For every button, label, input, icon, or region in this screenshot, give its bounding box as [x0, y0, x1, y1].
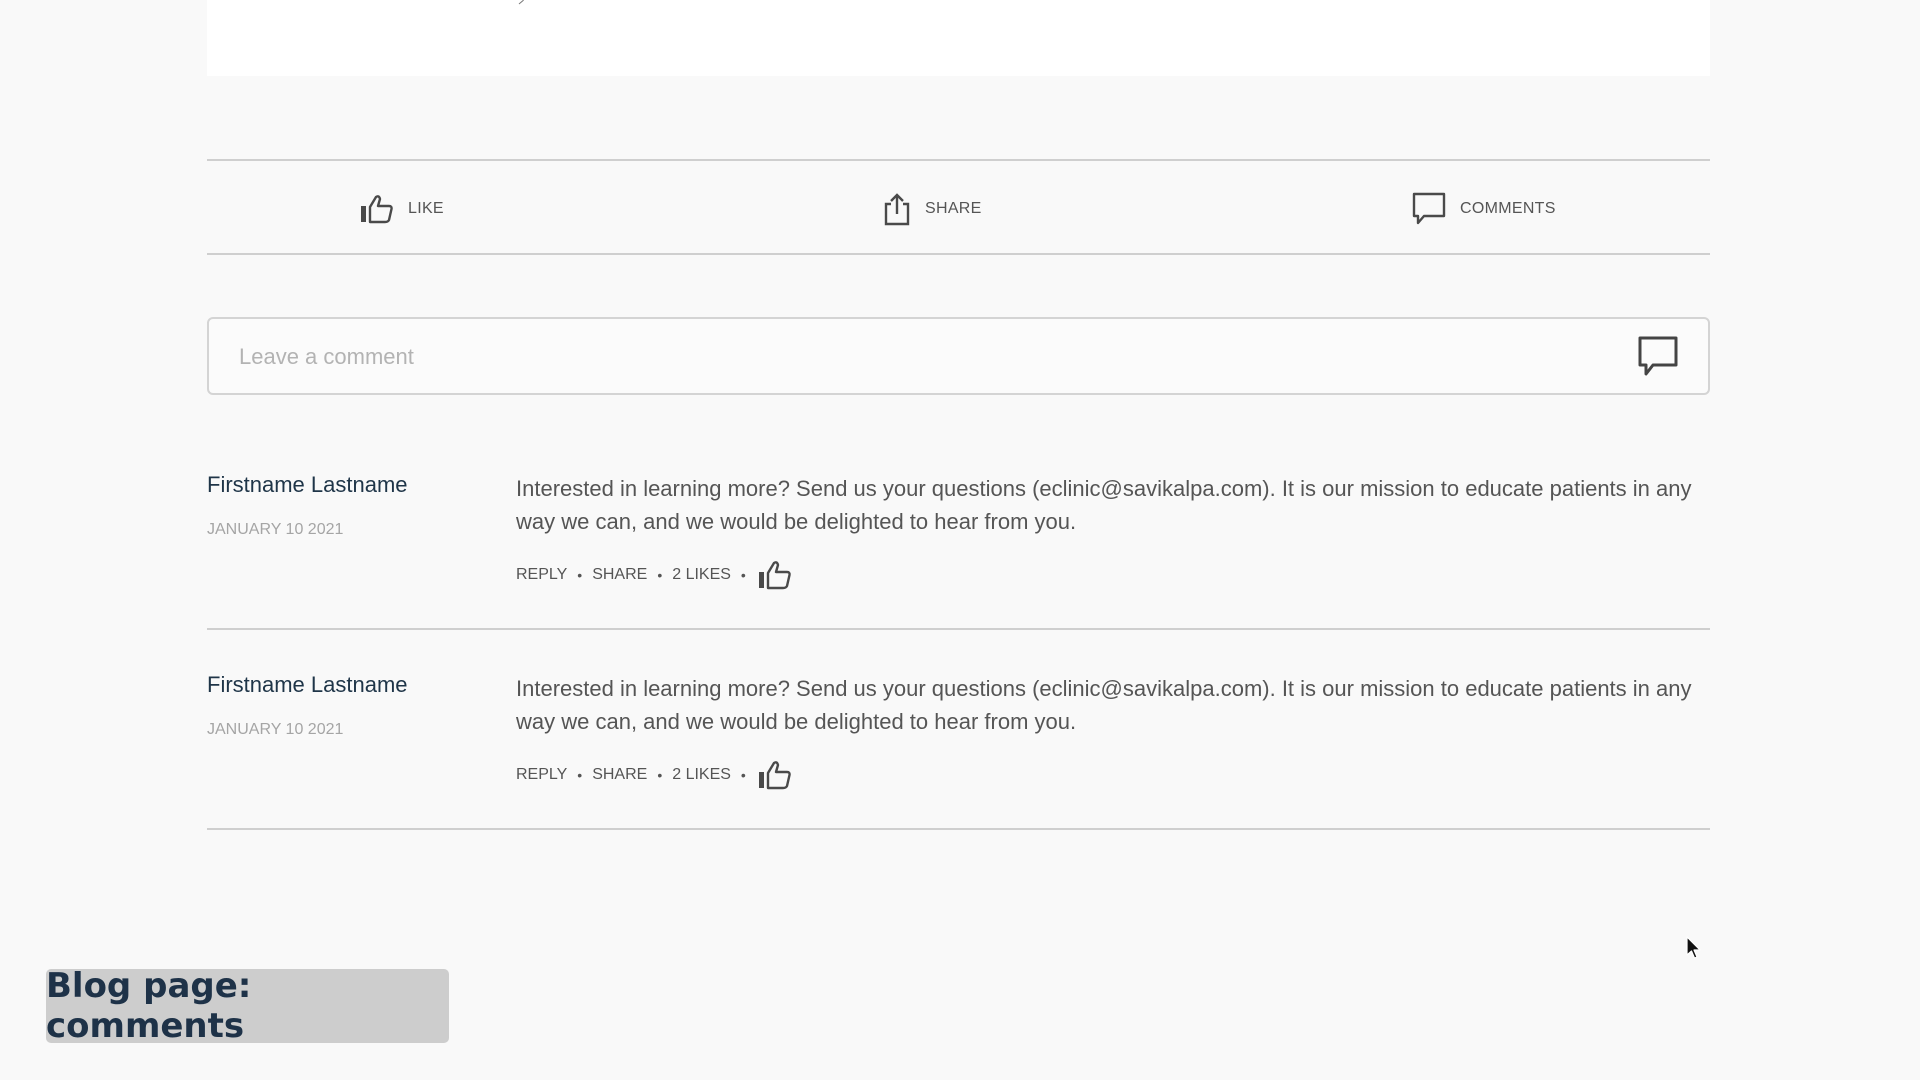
comments-label: COMMENTS: [1460, 200, 1556, 217]
separator-dot: •: [577, 767, 583, 783]
separator-dot: •: [657, 767, 663, 783]
caption-badge: Blog page: comments: [46, 966, 449, 1046]
share-button[interactable]: SHARE: [883, 191, 982, 227]
share-link[interactable]: SHARE: [592, 766, 647, 784]
likes-count: 2 LIKES: [672, 566, 731, 583]
comment-text: Interested in learning more? Send us you…: [516, 476, 1692, 534]
comment-input[interactable]: [237, 319, 1591, 395]
speech-bubble-icon: [1638, 336, 1678, 376]
share-icon: [884, 193, 910, 226]
comment-text: Interested in learning more? Send us you…: [516, 676, 1692, 734]
post-content-card: [207, 0, 1710, 76]
mouse-pointer-icon: [1686, 936, 1701, 959]
comment-form: [207, 317, 1710, 395]
comment-item: Firstname Lastname JANUARY 10 2021 Inter…: [207, 630, 1710, 830]
thumbs-up-icon[interactable]: [758, 560, 792, 590]
reply-link[interactable]: REPLY: [516, 566, 567, 584]
post-text-fragment: [516, 0, 524, 5]
reply-link[interactable]: REPLY: [516, 766, 567, 784]
comments-button[interactable]: COMMENTS: [1412, 191, 1556, 227]
comment-item: Firstname Lastname JANUARY 10 2021 Inter…: [207, 430, 1710, 630]
like-label: LIKE: [408, 200, 444, 217]
separator-dot: •: [577, 567, 583, 583]
comment-actions: REPLY • SHARE • 2 LIKES •: [516, 760, 792, 790]
separator-dot: •: [740, 567, 746, 583]
comment-date: JANUARY 10 2021: [207, 721, 344, 738]
like-button[interactable]: LIKE: [360, 191, 444, 227]
comment-author[interactable]: Firstname Lastname: [207, 472, 408, 498]
thumbs-up-icon: [361, 195, 393, 224]
share-label: SHARE: [925, 200, 982, 217]
share-link[interactable]: SHARE: [592, 566, 647, 584]
separator-dot: •: [740, 767, 746, 783]
likes-count: 2 LIKES: [672, 766, 731, 783]
submit-comment-button[interactable]: [1636, 335, 1680, 379]
post-action-bar: LIKE SHARE COMMENTS: [207, 159, 1710, 255]
separator-dot: •: [657, 567, 663, 583]
speech-bubble-icon: [1412, 192, 1446, 225]
comment-date: JANUARY 10 2021: [207, 521, 344, 538]
comment-author[interactable]: Firstname Lastname: [207, 672, 408, 698]
comment-actions: REPLY • SHARE • 2 LIKES •: [516, 560, 792, 590]
thumbs-up-icon[interactable]: [758, 760, 792, 790]
